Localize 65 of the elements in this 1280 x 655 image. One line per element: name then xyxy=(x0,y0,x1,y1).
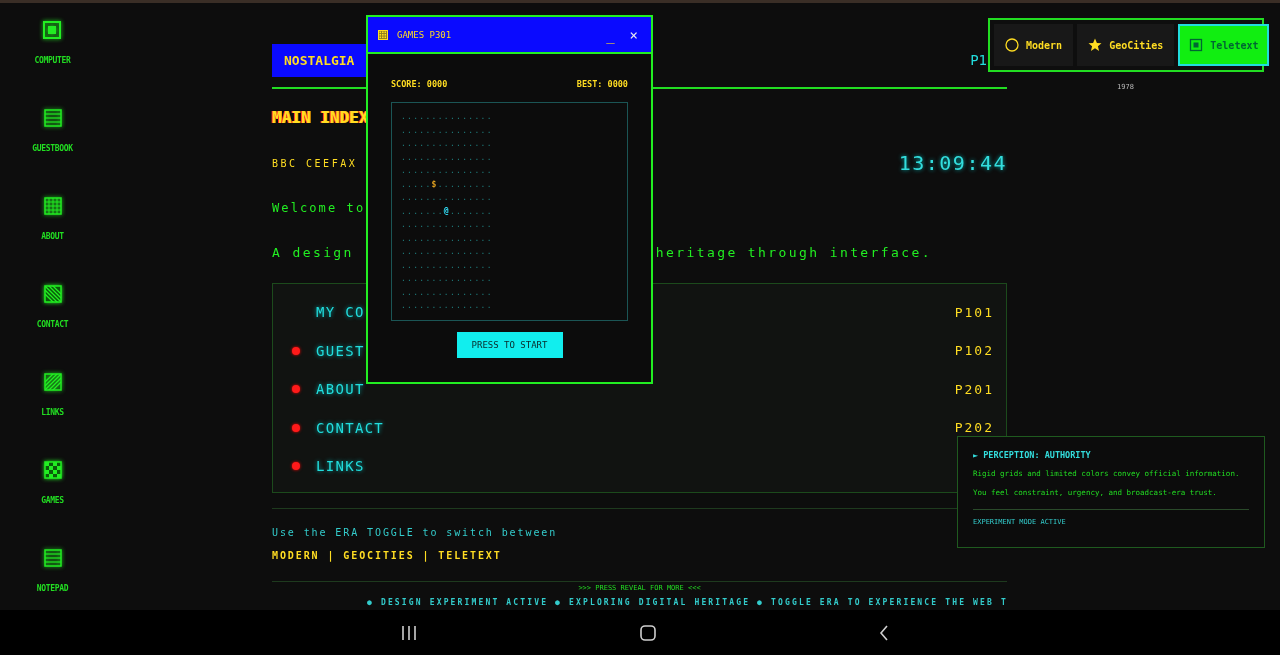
board-row-text: ............... xyxy=(401,300,493,312)
icon-label[interactable]: LINKS xyxy=(41,408,64,417)
page-number: P1 xyxy=(970,51,987,68)
notepad-icon[interactable] xyxy=(43,549,62,567)
page-number: P201 xyxy=(954,381,994,397)
news-ticker: ● DESIGN EXPERIMENT ACTIVE ● EXPLORING DIGITAL HERITAGE ● TOGGLE ERA TO EXPERIENCE THE WEB T xyxy=(367,596,1007,609)
circle-icon xyxy=(1005,38,1019,52)
board-row-text: ............... xyxy=(401,286,493,299)
tagline-text: heritage through interface. xyxy=(655,244,932,262)
menu-link[interactable]: MY CO xyxy=(316,304,365,321)
recent-apps-icon[interactable] xyxy=(401,625,418,640)
icon-label[interactable]: COMPUTER xyxy=(34,56,71,65)
minimize-button[interactable]: _ xyxy=(603,26,618,43)
back-icon[interactable] xyxy=(878,624,889,641)
board-row-text: ............... xyxy=(401,232,493,245)
era-option[interactable]: Modern xyxy=(994,24,1074,66)
icon-label[interactable]: ABOUT xyxy=(41,232,64,241)
checker-icon[interactable] xyxy=(43,461,62,479)
icon-label[interactable]: CONTACT xyxy=(36,320,69,329)
era-list: MODERN | GEOCITIES | TELETEXT xyxy=(272,547,502,564)
hatched-square-icon[interactable] xyxy=(43,285,62,303)
square-icon xyxy=(1189,38,1204,52)
board-row-text: ............... xyxy=(401,259,493,272)
score-text: SCORE: 0000 xyxy=(391,78,448,90)
grid-icon xyxy=(378,29,388,40)
board-row-text: ............... xyxy=(401,124,493,137)
page-number: P202 xyxy=(954,420,994,436)
board-row-text: ............... xyxy=(401,151,493,164)
board-row-text: .....$......... xyxy=(401,178,493,191)
welcome-text: Welcome to xyxy=(272,200,366,217)
start-button[interactable]: PRESS TO START xyxy=(456,332,563,358)
era-option[interactable]: GeoCities xyxy=(1077,24,1175,66)
main-index-heading: MAIN INDEX xyxy=(272,108,369,128)
era-option[interactable]: Teletext xyxy=(1178,24,1270,66)
clock: 13:09:44 xyxy=(898,151,1007,175)
page-number: P101 xyxy=(954,304,994,320)
best-score-text: BEST: 0000 xyxy=(576,78,628,90)
close-button[interactable]: × xyxy=(626,26,641,43)
board-row-text: .......@....... xyxy=(401,205,493,218)
menu-link[interactable]: ABOUT xyxy=(316,381,365,398)
hatched-square-icon[interactable] xyxy=(43,373,62,391)
hint-text: Use the ERA TOGGLE to switch between xyxy=(272,525,558,540)
icon-label[interactable]: GAMES xyxy=(41,496,64,505)
page-number: P102 xyxy=(954,343,994,359)
menu-link[interactable]: CONTACT xyxy=(316,419,385,436)
menu-link[interactable]: LINKS xyxy=(316,458,365,475)
window-title: GAMES P301 xyxy=(397,29,453,40)
board-row-text: ............... xyxy=(401,111,493,123)
home-icon[interactable] xyxy=(640,624,656,641)
board-row-text: ............... xyxy=(401,192,493,204)
board-row-text: ............... xyxy=(401,246,493,258)
tagline-text: A design xyxy=(272,244,354,262)
service-name: BBC CEEFAX xyxy=(272,157,358,169)
board-row-text: ............... xyxy=(401,138,493,150)
list-icon[interactable] xyxy=(43,109,62,127)
board-row-text: ............... xyxy=(401,219,493,231)
board-row-text: ............... xyxy=(401,165,493,177)
panel-title: ► PERCEPTION: AUTHORITY xyxy=(973,449,1092,462)
board-row-text: ............... xyxy=(401,273,493,285)
icon-label[interactable]: GUESTBOOK xyxy=(32,144,73,153)
menu-link[interactable]: GUEST xyxy=(316,342,365,359)
grid-icon[interactable] xyxy=(43,197,62,215)
computer-icon[interactable] xyxy=(43,21,62,39)
star-icon xyxy=(1088,38,1103,52)
icon-label[interactable]: NOTEPAD xyxy=(36,584,69,593)
